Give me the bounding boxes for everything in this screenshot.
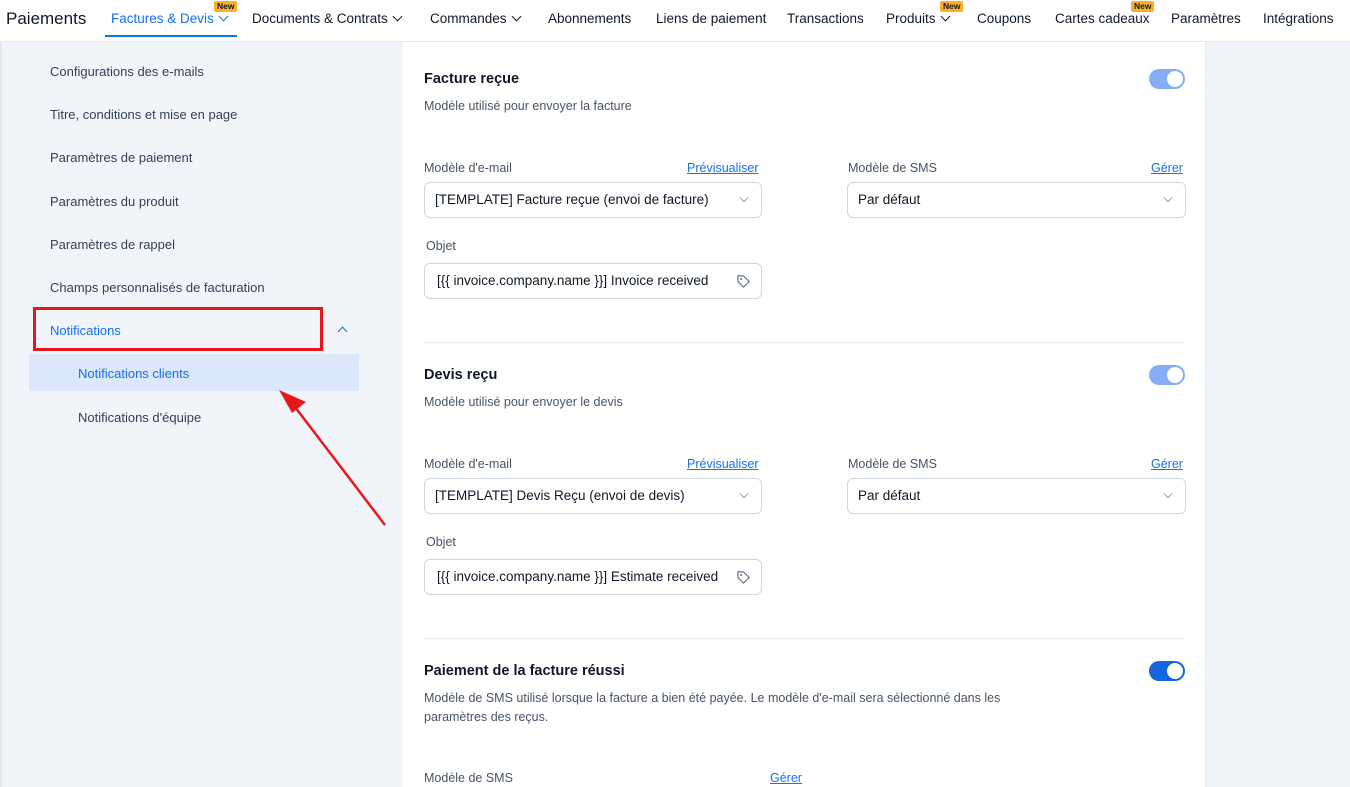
nav-tab-integrations[interactable]: Intégrations [1263, 11, 1334, 26]
select-value: [TEMPLATE] Devis Reçu (envoi de devis) [435, 488, 685, 503]
new-badge: New [940, 1, 964, 12]
subject-value: [{{ invoice.company.name }}] Invoice rec… [437, 273, 709, 288]
nav-tab-cartes-cadeaux[interactable]: Cartes cadeaux [1055, 11, 1150, 26]
section-title-estimate-received: Devis reçu [424, 367, 498, 383]
notifications-panel: Facture reçue Modèle utilisé pour envoye… [401, 42, 1206, 787]
sms-template-label: Modèle de SMS [848, 161, 937, 175]
toggle-knob [1167, 367, 1183, 383]
nav-tab-label: Commandes [430, 11, 507, 26]
toggle-knob [1167, 71, 1183, 87]
nav-tab-commandes[interactable]: Commandes [430, 11, 521, 26]
sms-template-label: Modèle de SMS [848, 457, 937, 471]
sidebar-item-reminder-settings[interactable]: Paramètres de rappel [50, 237, 175, 252]
select-value: Par défaut [858, 192, 921, 207]
chevron-down-icon [218, 11, 229, 22]
subject-input[interactable]: [{{ invoice.company.name }}] Invoice rec… [424, 263, 762, 299]
subject-label: Objet [426, 239, 456, 253]
section-title-invoice-received: Facture reçue [424, 71, 520, 87]
preview-link[interactable]: Prévisualiser [687, 161, 759, 175]
subject-label: Objet [426, 535, 456, 549]
section-divider [424, 342, 1185, 343]
select-value: Par défaut [858, 488, 921, 503]
nav-tab-liens-paiement[interactable]: Liens de paiement [656, 11, 766, 26]
new-badge: New [1131, 1, 1155, 12]
sidebar-subitem-client-notifications[interactable]: Notifications clients [78, 366, 189, 381]
settings-sidebar: Configurations des e-mails Titre, condit… [0, 42, 378, 787]
new-badge: New [214, 1, 238, 12]
nav-tab-documents-contrats[interactable]: Documents & Contrats [252, 11, 403, 26]
annotation-highlight-box [33, 307, 323, 351]
subject-value: [{{ invoice.company.name }}] Estimate re… [437, 569, 719, 584]
select-value: [TEMPLATE] Facture reçue (envoi de factu… [435, 192, 709, 207]
section-desc: Modèle utilisé pour envoyer le devis [424, 395, 623, 409]
subject-input[interactable]: [{{ invoice.company.name }}] Estimate re… [424, 559, 762, 595]
preview-link[interactable]: Prévisualiser [687, 457, 759, 471]
invoice-paid-toggle[interactable] [1149, 661, 1185, 681]
invoice-received-toggle[interactable] [1149, 69, 1185, 89]
email-template-select[interactable]: [TEMPLATE] Devis Reçu (envoi de devis) [424, 478, 762, 514]
manage-link[interactable]: Gérer [1151, 457, 1183, 471]
app-title: Paiements [6, 9, 87, 28]
nav-tab-label: Documents & Contrats [252, 11, 388, 26]
section-desc: Modèle utilisé pour envoyer la facture [424, 99, 632, 113]
sidebar-item-product-settings[interactable]: Paramètres du produit [50, 194, 179, 209]
chevron-down-icon [739, 489, 749, 499]
section-desc: paramètres des reçus. [424, 710, 549, 724]
section-title-invoice-paid: Paiement de la facture réussi [424, 663, 625, 679]
sidebar-subitem-team-notifications[interactable]: Notifications d'équipe [78, 410, 201, 425]
nav-tab-factures-devis[interactable]: Factures & Devis [111, 11, 229, 26]
nav-tab-label: Factures & Devis [111, 11, 214, 26]
chevron-down-icon [739, 193, 749, 203]
nav-tab-produits[interactable]: Produits [886, 11, 950, 26]
chevron-down-icon [940, 11, 950, 22]
nav-tab-parametres[interactable]: Paramètres [1171, 11, 1241, 26]
nav-tab-coupons[interactable]: Coupons [977, 11, 1031, 26]
email-template-label: Modèle d'e-mail [424, 161, 512, 175]
section-desc: Modèle de SMS utilisé lorsque la facture… [424, 691, 1001, 705]
sms-template-select[interactable]: Par défaut [847, 182, 1186, 218]
nav-tab-transactions[interactable]: Transactions [787, 11, 864, 26]
email-template-select[interactable]: [TEMPLATE] Facture reçue (envoi de factu… [424, 182, 762, 218]
sms-template-select[interactable]: Par défaut [847, 478, 1186, 514]
chevron-down-icon [1163, 193, 1173, 203]
email-template-label: Modèle d'e-mail [424, 457, 512, 471]
toggle-knob [1167, 663, 1183, 679]
sidebar-item-email-config[interactable]: Configurations des e-mails [50, 64, 204, 79]
manage-link[interactable]: Gérer [1151, 161, 1183, 175]
estimate-received-toggle[interactable] [1149, 365, 1185, 385]
top-navigation: Paiements Factures & Devis New Documents… [0, 0, 1350, 42]
section-divider [424, 638, 1185, 639]
sidebar-item-custom-fields[interactable]: Champs personnalisés de facturation [50, 280, 265, 295]
nav-tab-abonnements[interactable]: Abonnements [548, 11, 631, 26]
sidebar-item-title-terms-layout[interactable]: Titre, conditions et mise en page [50, 107, 237, 122]
nav-tab-label: Produits [886, 11, 936, 26]
chevron-down-icon [1163, 489, 1173, 499]
tag-icon[interactable] [736, 570, 751, 585]
chevron-down-icon [511, 11, 521, 22]
manage-link[interactable]: Gérer [770, 771, 802, 785]
chevron-down-icon [392, 11, 403, 22]
tag-icon[interactable] [736, 274, 751, 289]
chevron-up-icon[interactable] [337, 326, 348, 337]
sidebar-item-payment-settings[interactable]: Paramètres de paiement [50, 150, 192, 165]
active-tab-indicator [105, 35, 237, 37]
sms-template-label: Modèle de SMS [424, 771, 513, 785]
